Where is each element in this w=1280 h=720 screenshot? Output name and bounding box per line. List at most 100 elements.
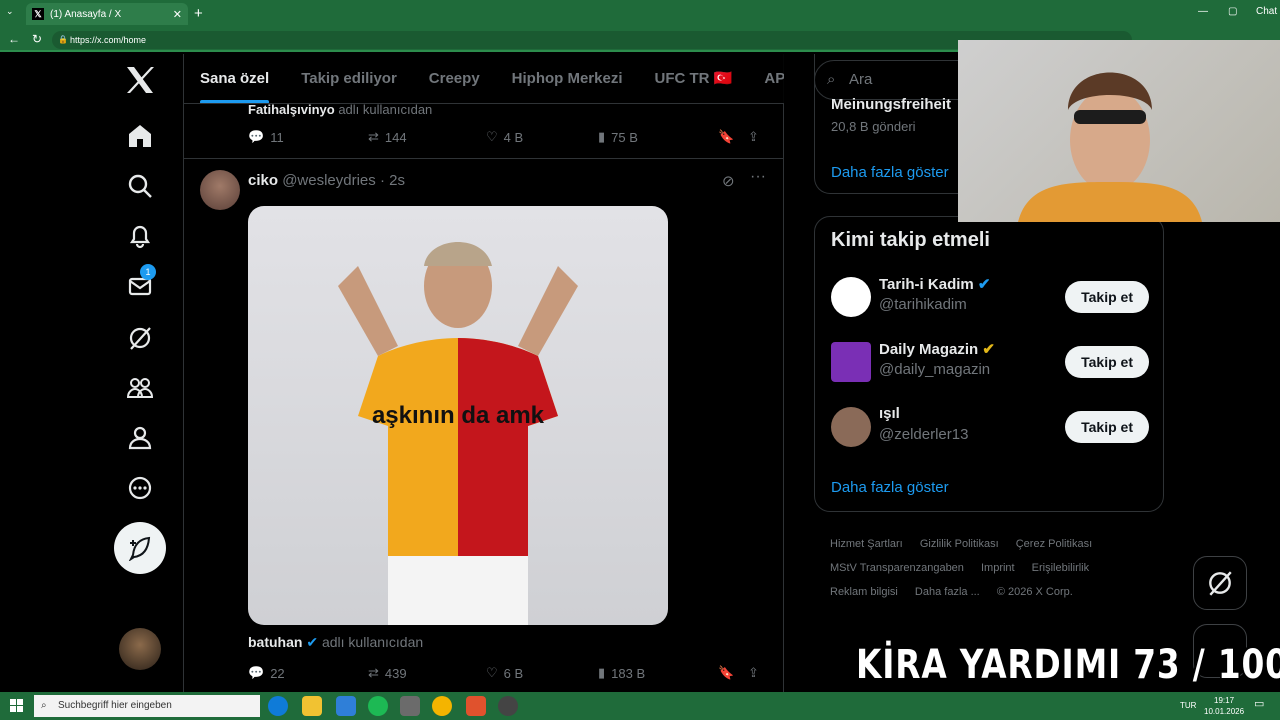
communities-icon[interactable] [124,372,156,404]
home-icon[interactable] [124,120,156,152]
share-icon[interactable]: ⇪ [748,129,768,145]
webcam-overlay [958,40,1280,222]
show-more-follow-link[interactable]: Daha fazla göster [831,479,949,496]
tweet-more-icon[interactable]: ··· [750,168,766,186]
clock[interactable]: 19:17 10.01.2026 [1204,695,1244,717]
store-icon[interactable] [336,696,356,716]
bell-icon[interactable] [124,220,156,252]
trend-title[interactable]: Meinungsfreiheit [831,96,951,113]
bookmark-icon[interactable]: 🔖 [718,665,748,681]
suggestion-name: Tarih-i Kadim [879,276,974,293]
tab-sana-ozel[interactable]: Sana özel [184,54,285,103]
views-button[interactable]: ▮ 75 B [598,129,718,145]
footer-link[interactable]: Daha fazla ... [915,586,980,598]
footer-link[interactable]: Hizmet Şartları [830,538,903,550]
tab-takip-ediliyor[interactable]: Takip ediliyor [285,54,413,103]
like-button[interactable]: ♡ 6 B [486,665,598,681]
obs-icon[interactable] [498,696,518,716]
follow-button[interactable]: Takip et [1065,411,1149,443]
share-icon[interactable]: ⇪ [748,665,768,681]
suggestion-item[interactable]: ışıl @zelderler13 Takip et [831,403,1149,453]
browser-tab[interactable]: 𝕏 (1) Anasayfa / X ✕ [26,3,188,25]
chrome-icon[interactable] [432,696,452,716]
follow-button[interactable]: Takip et [1065,281,1149,313]
clock-date: 10.01.2026 [1204,707,1245,716]
suggestion-avatar[interactable] [831,407,871,447]
tweet-header: ciko @wesleydries · 2s [248,172,405,189]
tweet-media-image[interactable]: aşkının da amk [248,206,668,625]
bookmark-icon[interactable]: 🔖 [718,129,748,145]
repost-button[interactable]: ⇄ 439 [368,665,486,681]
search-icon[interactable] [124,170,156,202]
repost-count: 439 [384,665,407,681]
footer-link[interactable]: Erişilebilirlik [1032,562,1089,574]
suggestion-avatar[interactable] [831,277,871,317]
maximize-icon[interactable]: ▢ [1228,6,1237,17]
search-icon: ⌕ [41,700,47,711]
brave-icon[interactable] [466,696,486,716]
tweet-avatar[interactable] [200,170,240,210]
language-indicator[interactable]: TUR [1180,700,1196,711]
grok-explain-icon[interactable]: ⊘ [722,172,735,190]
tab-hiphop-merkezi[interactable]: Hiphop Merkezi [496,54,639,103]
footer-link[interactable]: Imprint [981,562,1015,574]
image-caption: aşkının da amk [371,402,545,429]
reload-icon[interactable]: ↻ [32,32,42,46]
suggestion-item[interactable]: Tarih-i Kadim ✔ @tarihikadim Takip et [831,273,1149,323]
new-tab-icon[interactable]: + [194,5,203,22]
follow-button[interactable]: Takip et [1065,346,1149,378]
tweet-handle[interactable]: @wesleydries [282,172,376,189]
views-button[interactable]: ▮ 183 B [598,665,718,681]
clock-time: 19:17 [1214,696,1235,705]
account-avatar[interactable] [119,628,161,670]
tweet-author-name[interactable]: ciko [248,172,278,189]
back-icon[interactable]: ← [8,32,20,46]
minimize-icon[interactable]: — [1198,6,1208,17]
repost-button[interactable]: ⇄ 144 [368,129,486,145]
close-tab-icon[interactable]: ✕ [173,8,182,21]
like-count: 4 B [503,129,524,145]
taskbar-search[interactable]: ⌕ Suchbegriff hier eingeben [34,695,260,717]
prev-tweet-actions: 💬 11 ⇄ 144 ♡ 4 B ▮ 75 B 🔖 ⇪ [248,127,768,147]
suggestion-handle: @zelderler13 [879,426,969,443]
repost-icon: ⇄ [368,665,379,680]
quote-user[interactable]: batuhan [248,634,302,650]
reply-icon: 💬 [248,665,265,680]
calculator-icon[interactable] [400,696,420,716]
compose-post-button[interactable] [114,522,166,574]
suggestion-avatar[interactable] [831,342,871,382]
explorer-icon[interactable] [302,696,322,716]
show-more-trends-link[interactable]: Daha fazla göster [831,164,949,181]
reply-button[interactable]: 💬 22 [248,665,368,681]
tab-ufc-tr[interactable]: UFC TR 🇹🇷 [639,54,749,103]
more-icon[interactable] [124,472,156,504]
prev-tweet-context: Fatihalşıvinyo adlı kullanıcıdan [248,102,432,117]
chat-label[interactable]: Chat [1256,6,1277,17]
browser-tabbar: ⌄ 𝕏 (1) Anasayfa / X ✕ + — ▢ Chat [0,0,1280,28]
streamer-image [1018,72,1202,222]
tab-creepy[interactable]: Creepy [413,54,496,103]
mail-icon[interactable]: 1 [124,264,156,302]
suggestion-item[interactable]: Daily Magazin ✔ @daily_magazin Takip et [831,338,1149,388]
tab-apc[interactable]: APC [748,54,784,103]
notifications-icon[interactable]: ▭ [1254,699,1264,710]
start-icon[interactable] [10,699,23,712]
grok-icon[interactable] [124,322,156,354]
who-to-follow-card: Kimi takip etmeli Tarih-i Kadim ✔ @tarih… [814,216,1164,512]
tweet-divider [184,158,784,159]
footer-link[interactable]: Gizlilik Politikası [920,538,999,550]
prev-context-user[interactable]: Fatihalşıvinyo [248,102,335,117]
footer-link[interactable]: MStV Transparenzangaben [830,562,964,574]
x-logo-icon[interactable] [124,64,156,96]
reply-button[interactable]: 💬 11 [248,129,368,145]
like-button[interactable]: ♡ 4 B [486,129,598,145]
grok-floating-button[interactable] [1193,556,1247,610]
spotify-icon[interactable] [368,696,388,716]
profile-icon[interactable] [124,422,156,454]
footer-link[interactable]: Çerez Politikası [1016,538,1092,550]
edge-icon[interactable] [268,696,288,716]
suggestion-name: Daily Magazin [879,341,979,358]
footer-link[interactable]: Reklam bilgisi [830,586,898,598]
tweet-time[interactable]: · 2s [380,172,405,189]
tab-list-icon[interactable]: ⌄ [6,6,20,20]
